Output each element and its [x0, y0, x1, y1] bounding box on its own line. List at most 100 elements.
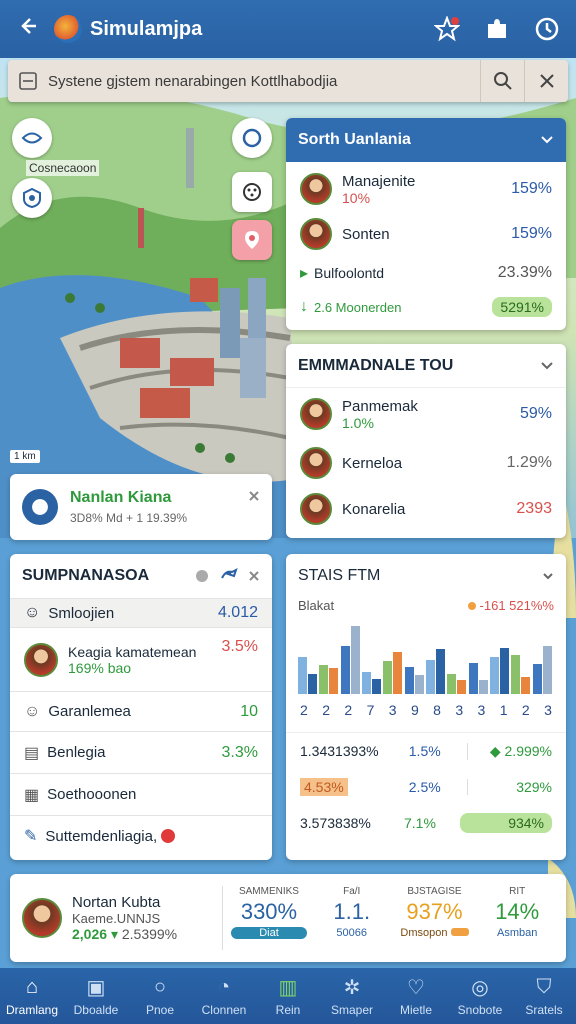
- summary-card[interactable]: Nortan Kubta Kaeme.UNNJS 2,026 ▾ 2.5399%…: [10, 874, 566, 962]
- x-tick-label: 3: [477, 702, 486, 718]
- nav-item-pnoe[interactable]: ○ Pnoe: [128, 968, 192, 1024]
- globe-icon: ◎: [471, 977, 489, 999]
- summary-list-header[interactable]: SUMPNANASOA: [10, 554, 272, 598]
- square-menu-icon: [19, 72, 37, 90]
- nav-item-smaper[interactable]: ✲ Smaper: [320, 968, 384, 1024]
- nav-item-dramlang[interactable]: ⌂ Dramlang: [0, 968, 64, 1024]
- list-item-name: Konarelia: [342, 500, 406, 518]
- notice-card[interactable]: Nanlan Kiana 3D8% Md + 1 19.39%: [10, 474, 272, 540]
- close-icon[interactable]: [248, 490, 260, 502]
- scale-label: 1 km: [10, 450, 40, 463]
- list-item[interactable]: Keagia kamatemean 169% bao 3.5%: [10, 628, 272, 692]
- list-item-value: 159%: [511, 180, 552, 197]
- nav-item-label: Rein: [275, 1002, 301, 1017]
- list-item-value: 5291%: [492, 297, 552, 317]
- layers-button[interactable]: [8, 72, 48, 90]
- list-item-sub: 169% bao: [68, 659, 132, 676]
- arrow-down-icon: ▾: [110, 925, 118, 942]
- nav-item-clonnen[interactable]: ◔ Clonnen: [192, 968, 256, 1024]
- search-button[interactable]: [480, 60, 524, 102]
- table-row[interactable]: 3.573838% 7.1% 934%: [286, 805, 566, 841]
- list-item[interactable]: Manajenite 10% 159%: [286, 166, 566, 212]
- bottom-navigation: ⌂ Dramlang ▣ Dboalde ○ Pnoe ◔ Clonnen ▥ Rein ✲ Smap…: [0, 968, 576, 1024]
- list-item[interactable]: Panmemak 1.0% 59%: [286, 388, 566, 440]
- clear-search-button[interactable]: [524, 60, 568, 102]
- region-panel-header[interactable]: Sorth Uanlania: [286, 118, 566, 162]
- nav-item-rein[interactable]: ▥ Rein: [256, 968, 320, 1024]
- puzzle-icon: [488, 19, 506, 38]
- app-header: Simulamjpa: [0, 0, 576, 58]
- search-input[interactable]: Systene gjstem nenarabingen Kottlhabodji…: [48, 73, 480, 90]
- nav-item-label: Clonnen: [201, 1002, 247, 1017]
- nav-item-snobote[interactable]: ◎ Snobote: [448, 968, 512, 1024]
- gear-icon: ✲: [343, 977, 361, 999]
- chart-bar: [393, 651, 403, 694]
- summary-value-2: 2.5399%: [121, 925, 178, 942]
- places-panel-header[interactable]: EMMMADNALE TOU: [286, 344, 566, 388]
- chevron-down-icon[interactable]: [540, 361, 554, 371]
- avatar: [300, 218, 332, 250]
- home-icon: ⌂: [25, 976, 39, 998]
- x-tick-label: 2: [521, 702, 530, 718]
- nav-item-sratels[interactable]: ⛉ Sratels: [512, 968, 576, 1024]
- compass-ring-icon: [242, 128, 262, 148]
- nav-item-mietle[interactable]: ♡ Mietle: [384, 968, 448, 1024]
- list-item[interactable]: Konarelia 2393: [286, 486, 566, 532]
- chevron-down-icon[interactable]: [542, 572, 554, 581]
- location-button[interactable]: [12, 178, 52, 218]
- region-panel-title: Sorth Uanlania: [298, 131, 411, 148]
- chart-bar: [372, 679, 381, 694]
- refresh-icon[interactable]: [220, 568, 238, 584]
- table-row[interactable]: 1.3431393% 1.5% ◆ 2.999%: [286, 733, 566, 769]
- map-layer-button[interactable]: [12, 118, 52, 158]
- list-item-name: Panmemak: [342, 397, 418, 415]
- clock-icon: [535, 17, 559, 41]
- list-item[interactable]: Kerneloa 1.29%: [286, 440, 566, 486]
- back-button[interactable]: [8, 16, 48, 42]
- extensions-button[interactable]: [482, 14, 512, 44]
- shield-icon: ⛉: [536, 976, 552, 998]
- x-tick-label: 2: [322, 702, 330, 718]
- summary-stat: Fa/I 1.1. 50066: [333, 886, 371, 939]
- list-item[interactable]: ✎ Suttemdenliagia,: [10, 816, 272, 856]
- favorite-button[interactable]: [432, 14, 462, 44]
- list-item-name: Sonten: [342, 225, 390, 243]
- list-item-name: Smloojien: [48, 604, 115, 622]
- chart-bar: [298, 656, 307, 694]
- list-item-name: Kerneloa: [342, 454, 403, 472]
- compass-button[interactable]: [232, 118, 272, 158]
- table-cell: 3.573838%: [300, 815, 371, 831]
- list-item[interactable]: Sonten 159%: [286, 212, 566, 256]
- list-item[interactable]: ☺ Garanlemea 10: [10, 692, 272, 732]
- pin-button[interactable]: [232, 220, 272, 260]
- chart-bar: [478, 680, 488, 694]
- settings-icon[interactable]: [194, 568, 210, 584]
- notice-subtitle: 3D8% Md + 1 19.39%: [70, 511, 188, 525]
- list-item-name: Manajenite: [342, 172, 416, 190]
- table-row[interactable]: 4.53% 2.5% 329%: [286, 769, 566, 805]
- alert-dot-icon: [161, 829, 176, 843]
- chart-bar: [490, 656, 499, 694]
- x-tick-label: 9: [410, 702, 419, 718]
- chart-bar: [329, 668, 339, 694]
- region-panel: Sorth Uanlania Manajenite 10% 159% Sonte…: [286, 118, 566, 330]
- search-bar[interactable]: Systene gjstem nenarabingen Kottlhabodji…: [8, 60, 568, 102]
- list-item[interactable]: ☺ Smloojien 4.012: [10, 598, 272, 628]
- list-item[interactable]: ▦ Soethooonen: [10, 774, 272, 816]
- summary-name: Nortan Kubta: [72, 893, 161, 911]
- app-logo: [54, 15, 82, 43]
- shield-location-icon: [23, 187, 41, 209]
- timer-button[interactable]: [532, 14, 562, 44]
- close-icon[interactable]: [248, 570, 260, 582]
- list-item[interactable]: ↓ 2.6 Moonerden 5291%: [286, 290, 566, 324]
- list-item[interactable]: ▤ Benlegia 3.3%: [10, 732, 272, 774]
- star-icon: [434, 16, 460, 42]
- stats-panel-header[interactable]: STAIS FTM: [286, 554, 566, 598]
- list-item[interactable]: ▸ Bulfoolontd 23.39%: [286, 256, 566, 290]
- list-item-name: 2.6 Moonerden: [314, 299, 402, 315]
- nav-item-dboalde[interactable]: ▣ Dboalde: [64, 968, 128, 1024]
- chevron-down-icon[interactable]: [540, 135, 554, 145]
- stats-legend: Blakat -161 521%%: [286, 598, 566, 618]
- gamepad-button[interactable]: [232, 172, 272, 212]
- table-cell: ◆ 2.999%: [467, 742, 552, 760]
